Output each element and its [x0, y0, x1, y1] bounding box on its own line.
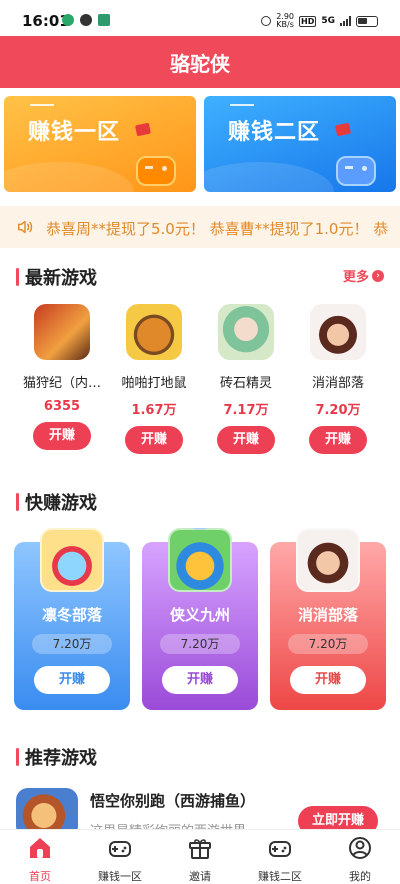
app-notification-icon — [98, 14, 110, 26]
game-icon — [296, 528, 360, 592]
game-name: 凛冬部落 — [41, 606, 102, 624]
banner-zone-2[interactable]: 赚钱二区 — [204, 96, 396, 192]
game-value: 1.67万 — [131, 403, 177, 418]
app-header: 骆驼侠 — [0, 36, 400, 88]
red-envelope-icon — [335, 122, 351, 137]
game-name: 猫狩纪（内… — [22, 376, 101, 391]
game-icon — [218, 304, 274, 360]
red-envelope-icon — [135, 122, 151, 137]
hd-badge: HD — [299, 15, 317, 27]
game-name: 消消部落 — [297, 606, 358, 624]
more-label: 更多 — [342, 270, 369, 285]
banner-wave-decoration — [4, 162, 134, 192]
latest-game-item[interactable]: 啪啪打地鼠 1.67万 开赚 — [108, 304, 200, 454]
nav-home[interactable]: 首页 — [0, 830, 80, 884]
quick-game-card[interactable]: 凛冬部落 7.20万 开赚 — [14, 528, 130, 710]
signal-icon — [340, 16, 351, 26]
earn-button[interactable]: 开赚 — [290, 666, 366, 694]
banner-wave-decoration — [204, 162, 334, 192]
quick-game-card[interactable]: 侠义九州 7.20万 开赚 — [142, 528, 258, 710]
earn-button[interactable]: 开赚 — [34, 666, 110, 694]
nav-zone-1[interactable]: 赚钱一区 — [80, 830, 160, 884]
game-value: 7.20万 — [160, 634, 240, 654]
speed-unit: KB/s — [276, 20, 294, 29]
game-icon — [34, 304, 90, 360]
banner-title: 赚钱一区 — [28, 120, 121, 145]
game-value: 7.20万 — [288, 634, 368, 654]
section-bar — [16, 493, 19, 511]
home-icon — [30, 838, 50, 858]
banner-title: 赚钱二区 — [228, 120, 321, 145]
withdraw-notice-bar: 恭喜周**提现了5.0元！ 恭喜曹**提现了1.0元！ 恭 — [0, 206, 400, 248]
user-icon — [349, 837, 371, 859]
latest-game-item[interactable]: 猫狩纪（内… 6355 开赚 — [16, 304, 108, 450]
latest-game-item[interactable]: 消消部落 7.20万 开赚 — [292, 304, 384, 454]
nav-mine[interactable]: 我的 — [320, 830, 400, 884]
game-value: 7.20万 — [32, 634, 112, 654]
alarm-icon — [261, 16, 272, 26]
nav-label: 我的 — [349, 870, 371, 883]
status-bar: 16:01 2.90 KB/s HD 5G — [0, 0, 400, 36]
section-quick-games: 快赚游戏 — [16, 489, 97, 515]
section-bar — [16, 748, 19, 766]
network-speed: 2.90 KB/s — [276, 13, 294, 29]
game-value: 6355 — [43, 399, 81, 414]
nav-label: 邀请 — [189, 870, 211, 883]
earn-button[interactable]: 开赚 — [309, 426, 367, 454]
bottom-nav: 首页 赚钱一区 邀请 赚钱二区 我的 — [0, 829, 400, 884]
nav-invite[interactable]: 邀请 — [160, 830, 240, 884]
banner-sparkle-decoration — [30, 104, 54, 106]
status-right: 2.90 KB/s HD 5G — [261, 13, 378, 29]
chevron-right-icon: › — [372, 269, 384, 282]
earn-button[interactable]: 开赚 — [33, 422, 91, 450]
gamepad-icon — [109, 841, 131, 857]
recommend-game-name[interactable]: 悟空你别跑（西游捕鱼） — [90, 790, 255, 811]
message-icon — [80, 14, 92, 26]
game-value: 7.20万 — [315, 403, 361, 418]
game-name: 侠义九州 — [169, 606, 230, 624]
gamepad-icon — [136, 156, 176, 186]
notice-text: 恭喜周**提现了5.0元！ 恭喜曹**提现了1.0元！ 恭 — [46, 220, 389, 238]
gamepad-icon — [269, 841, 291, 857]
latest-games-grid: 猫狩纪（内… 6355 开赚 啪啪打地鼠 1.67万 开赚 砖石精灵 7.17万… — [0, 304, 400, 454]
section-recommend-games: 推荐游戏 — [16, 744, 97, 770]
game-icon — [168, 528, 232, 592]
game-icon — [310, 304, 366, 360]
section-bar — [16, 268, 19, 286]
game-value: 7.17万 — [223, 403, 269, 418]
more-link[interactable]: 更多 › — [343, 266, 384, 285]
quick-game-card[interactable]: 消消部落 7.20万 开赚 — [270, 528, 386, 710]
nav-label: 赚钱一区 — [98, 870, 142, 883]
earn-button[interactable]: 开赚 — [162, 666, 238, 694]
section-title: 最新游戏 — [25, 268, 97, 289]
section-latest-games: 最新游戏 — [16, 264, 97, 290]
banner-zone-1[interactable]: 赚钱一区 — [4, 96, 196, 192]
gamepad-icon — [336, 156, 376, 186]
game-name: 砖石精灵 — [219, 376, 272, 391]
nav-zone-2[interactable]: 赚钱二区 — [240, 830, 320, 884]
nav-label: 首页 — [29, 870, 51, 883]
game-name: 消消部落 — [311, 376, 364, 391]
game-icon — [126, 304, 182, 360]
speaker-icon — [17, 220, 33, 234]
page-title: 骆驼侠 — [170, 51, 230, 76]
gift-icon — [189, 839, 211, 859]
notification-icon — [62, 14, 74, 26]
earn-button[interactable]: 开赚 — [217, 426, 275, 454]
banner-sparkle-decoration — [230, 104, 254, 106]
section-title: 推荐游戏 — [25, 748, 97, 769]
nav-label: 赚钱二区 — [258, 870, 302, 883]
game-icon — [40, 528, 104, 592]
game-name: 啪啪打地鼠 — [121, 376, 187, 391]
earn-button[interactable]: 开赚 — [125, 426, 183, 454]
network-type: 5G — [321, 16, 335, 26]
section-title: 快赚游戏 — [25, 493, 97, 514]
latest-game-item[interactable]: 砖石精灵 7.17万 开赚 — [200, 304, 292, 454]
battery-icon — [356, 15, 378, 27]
